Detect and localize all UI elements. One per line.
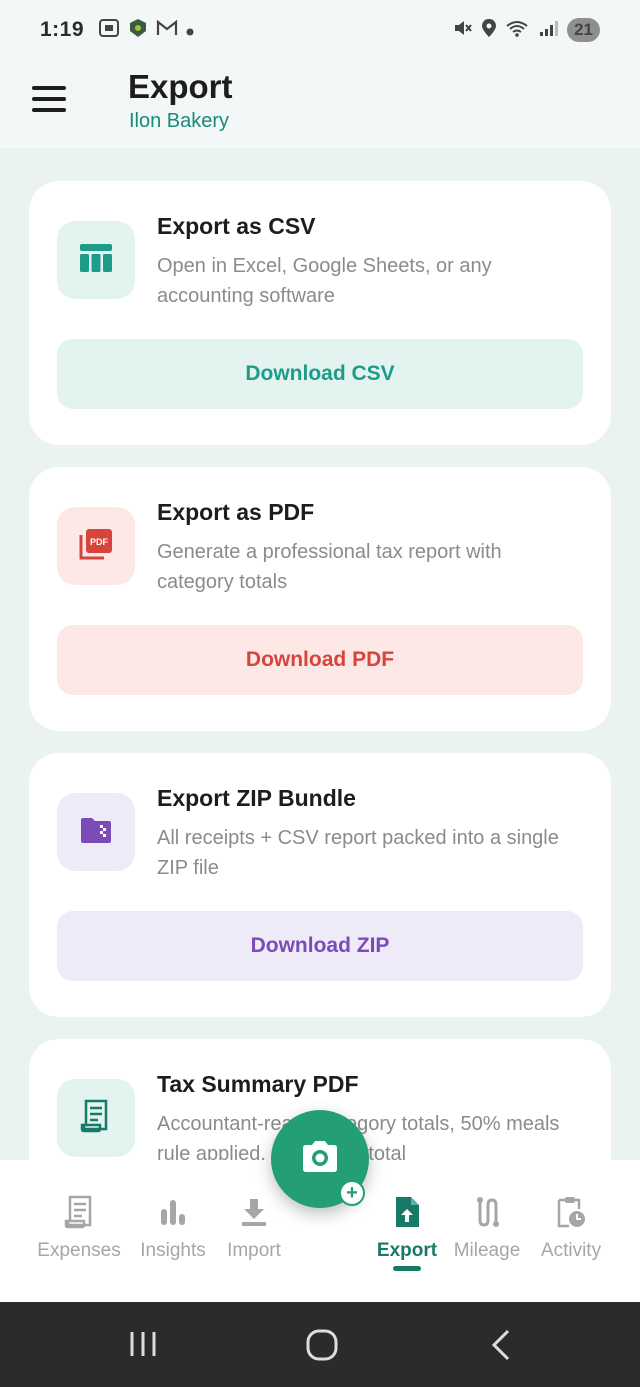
plus-icon: + (339, 1180, 365, 1206)
download-csv-button[interactable]: Download CSV (57, 339, 583, 409)
location-icon (481, 18, 497, 43)
pdf-icon: PDF (78, 527, 114, 566)
nav-label: Import (227, 1240, 281, 1261)
svg-text:PDF: PDF (90, 537, 109, 547)
status-time: 1:19 (40, 18, 85, 41)
status-bar: 1:19 21 (0, 0, 640, 60)
app-header: Export Ilon Bakery (0, 60, 640, 148)
active-tab-indicator (393, 1266, 421, 1271)
receipt-icon (80, 1099, 112, 1138)
nav-item-activity[interactable]: Activity (521, 1192, 621, 1262)
back-button[interactable] (488, 1328, 516, 1367)
tax-summary-icon-box (57, 1079, 135, 1157)
menu-icon-line (32, 97, 66, 101)
menu-icon-line (32, 108, 66, 112)
camera-icon (299, 1139, 341, 1180)
nav-label: Activity (540, 1240, 602, 1261)
page-title: Export (128, 68, 233, 105)
card-title: Export as PDF (157, 499, 315, 525)
csv-icon-box (57, 221, 135, 299)
nav-item-expenses[interactable]: Expenses (29, 1192, 129, 1262)
nav-label: Expenses (37, 1240, 121, 1261)
nav-item-import[interactable]: Import (204, 1192, 304, 1262)
pdf-icon-box: PDF (57, 507, 135, 585)
dot-icon (186, 20, 194, 41)
wifi-6e-icon (505, 18, 531, 43)
gmail-icon (156, 19, 178, 42)
card-description: All receipts + CSV report packed into a … (157, 827, 559, 879)
card-title: Export ZIP Bundle (157, 785, 356, 811)
export-zip-card: Export ZIP Bundle All receipts + CSV rep… (29, 753, 611, 1017)
status-right: 21 (453, 18, 600, 43)
screenshot-icon (98, 18, 120, 43)
export-pdf-card: PDF Export as PDF Generate a professiona… (29, 467, 611, 731)
mute-icon (453, 18, 473, 43)
recent-apps-button[interactable] (128, 1328, 160, 1365)
download-zip-button[interactable]: Download ZIP (57, 911, 583, 981)
zip-folder-icon (79, 816, 113, 849)
table-icon (79, 243, 113, 278)
card-title: Export as CSV (157, 213, 316, 239)
export-csv-card: Export as CSV Open in Excel, Google Shee… (29, 181, 611, 445)
security-icon (128, 18, 148, 43)
scan-receipt-button[interactable]: + (271, 1110, 369, 1208)
home-button[interactable] (305, 1328, 339, 1367)
system-navigation-bar (0, 1302, 640, 1387)
signal-icon (539, 19, 559, 42)
zip-icon-box (57, 793, 135, 871)
clipboard-clock-icon (521, 1192, 621, 1232)
menu-icon-line (32, 86, 66, 90)
menu-button[interactable] (32, 86, 66, 112)
receipt-icon (29, 1192, 129, 1232)
battery-indicator: 21 (567, 18, 600, 42)
download-icon (204, 1192, 304, 1232)
export-options: Export as CSV Open in Excel, Google Shee… (0, 148, 640, 1160)
status-left-icons (98, 18, 194, 43)
card-description: Open in Excel, Google Sheets, or any acc… (157, 255, 492, 307)
card-title: Tax Summary PDF (157, 1071, 359, 1097)
download-pdf-button[interactable]: Download PDF (57, 625, 583, 695)
business-name: Ilon Bakery (129, 110, 230, 132)
card-description: Generate a professional tax report with … (157, 541, 502, 593)
